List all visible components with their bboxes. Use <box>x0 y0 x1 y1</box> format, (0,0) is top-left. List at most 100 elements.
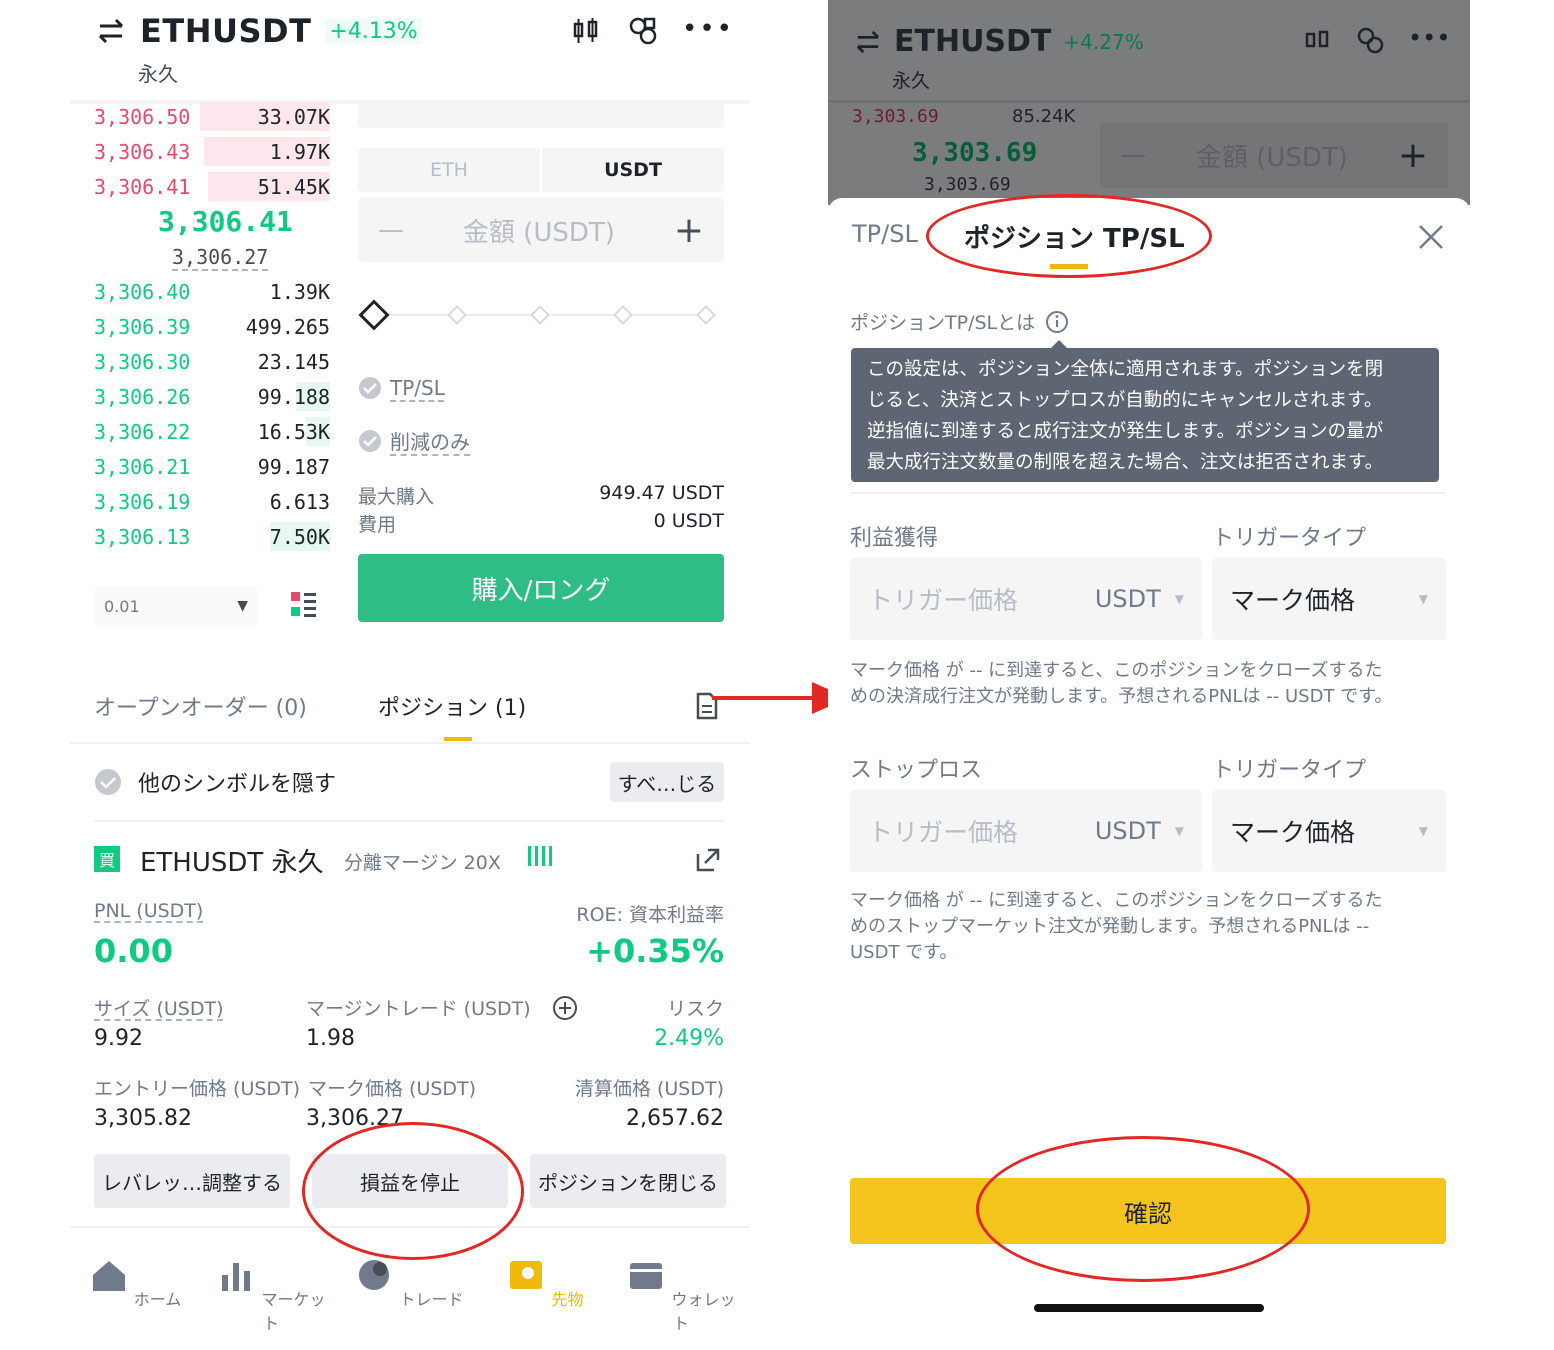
chevron-down-icon: ▼ <box>1174 824 1184 838</box>
size-label[interactable]: サイズ (USDT) <box>94 994 224 1021</box>
check-circle-icon <box>359 429 381 452</box>
ask-qty: 85.24K <box>1012 106 1076 127</box>
symbol-header[interactable]: ETHUSDT +4.13% <box>96 12 422 50</box>
roe-label: ROE: 資本利益率 <box>576 904 724 926</box>
last-price: 3,306.41 <box>158 205 293 238</box>
pnl-label[interactable]: PNL (USDT) <box>94 900 203 922</box>
what-is-position-tpsl[interactable]: ポジションTP/SLとは <box>850 308 1069 335</box>
candlestick-icon[interactable] <box>572 18 600 44</box>
plus-button[interactable]: + <box>674 210 704 251</box>
nav-futures[interactable]: 先物 <box>490 1255 600 1310</box>
bid-row[interactable]: 3,306.26 99.188 <box>94 379 330 414</box>
sl-unit-select[interactable]: USDT ▼ <box>1095 817 1184 845</box>
orderbook-layout-icon[interactable] <box>290 591 318 619</box>
tpsl-checkbox[interactable]: TP/SL <box>358 376 445 400</box>
unit-tab-eth[interactable]: ETH <box>358 159 540 181</box>
chevron-down-icon: ▼ <box>1418 592 1428 606</box>
amount-input: — 金額 (USDT) + <box>1100 122 1448 188</box>
sl-description: マーク価格 が -- に到達すると、このポジションをクローズするた めのストップ… <box>850 890 1383 963</box>
tp-unit-select[interactable]: USDT ▼ <box>1095 585 1184 613</box>
adjust-leverage-button[interactable]: レバレッ…調整する <box>94 1154 290 1208</box>
wallet-icon <box>630 1263 663 1289</box>
swap-icon <box>856 30 880 53</box>
margin-label: マージントレード (USDT) <box>306 998 531 1020</box>
contract-type: 永久 <box>138 62 178 86</box>
reduce-only-checkbox[interactable]: 削減のみ <box>358 426 470 455</box>
order-type-field[interactable] <box>358 100 724 128</box>
chevron-down-icon: ▼ <box>1174 592 1184 606</box>
slider-step[interactable] <box>447 305 467 325</box>
symbol-name: ETHUSDT <box>140 12 312 50</box>
hide-other-symbols-checkbox[interactable]: 他のシンボルを隠す <box>94 766 336 798</box>
precision-select[interactable]: 0.01 ▼ <box>94 586 258 626</box>
adl-indicator-icon <box>528 846 552 866</box>
stop-loss-label: ストップロス <box>850 758 983 783</box>
tab-tpsl[interactable]: TP/SL <box>852 220 918 248</box>
share-icon[interactable] <box>694 846 722 874</box>
tab-indicator <box>444 737 472 741</box>
annotation-ellipse <box>976 1136 1310 1282</box>
slider-handle[interactable] <box>358 299 390 331</box>
bid-row[interactable]: 3,306.22 16.53K <box>94 414 330 449</box>
roe-value: +0.35% <box>586 932 724 970</box>
unit-tab-usdt[interactable]: USDT <box>542 159 724 181</box>
more-icon: ••• <box>1408 24 1451 52</box>
annotation-ellipse <box>926 194 1212 278</box>
ask-price: 3,303.69 <box>852 106 939 127</box>
mark-price[interactable]: 3,306.27 <box>172 245 268 269</box>
swap-icon[interactable] <box>96 18 126 44</box>
bid-row[interactable]: 3,306.19 6.613 <box>94 484 330 519</box>
check-circle-icon <box>95 769 121 795</box>
more-icon[interactable]: ••• <box>682 14 734 44</box>
bid-row[interactable]: 3,306.13 7.50K <box>94 519 330 554</box>
trigger-type-label: トリガータイプ <box>1212 758 1367 783</box>
close-all-button[interactable]: すべ…じる <box>610 762 724 802</box>
sl-trigger-type-select[interactable]: マーク価格 ▼ <box>1212 790 1446 872</box>
slider-step[interactable] <box>613 305 633 325</box>
position-symbol: ETHUSDT 永久 <box>140 848 324 878</box>
tabs-divider <box>70 742 750 744</box>
slider-step[interactable] <box>696 305 716 325</box>
bid-row[interactable]: 3,306.40 1.39K <box>94 274 330 309</box>
buy-side-badge: 買 <box>94 846 120 872</box>
tab-positions[interactable]: ポジション (1) <box>378 690 526 722</box>
chevron-down-icon: ▼ <box>1418 824 1428 838</box>
close-icon[interactable] <box>1418 224 1444 250</box>
home-icon <box>92 1261 125 1291</box>
sl-trigger-price-input[interactable]: トリガー価格 USDT ▼ <box>850 790 1202 872</box>
divider <box>828 100 1470 103</box>
ask-row[interactable]: 3,306.41 51.45K <box>94 169 330 204</box>
mark-price: 3,303.69 <box>924 174 1011 195</box>
tp-trigger-price-input[interactable]: トリガー価格 USDT ▼ <box>850 558 1202 640</box>
add-margin-icon[interactable] <box>552 995 578 1021</box>
nav-wallet[interactable]: ウォレット <box>626 1255 736 1334</box>
minus-button[interactable]: — <box>378 215 404 245</box>
margin-mode: 分離マージン 20X <box>344 852 501 874</box>
size-value: 9.92 <box>94 1026 143 1051</box>
slider-step[interactable] <box>530 305 550 325</box>
nav-markets[interactable]: マーケット <box>216 1255 326 1334</box>
tab-open-orders[interactable]: オープンオーダー (0) <box>94 690 307 722</box>
cost-label: 費用 <box>358 514 397 536</box>
unit-toggle[interactable]: ETH USDT <box>358 148 724 192</box>
amount-input[interactable]: — 金額 (USDT) + <box>358 198 724 262</box>
mark-price-label: マーク価格 (USDT) <box>308 1074 477 1101</box>
ask-row[interactable]: 3,306.43 1.97K <box>94 134 330 169</box>
amount-placeholder: 金額 (USDT) <box>462 217 615 248</box>
tp-trigger-type-select[interactable]: マーク価格 ▼ <box>1212 558 1446 640</box>
ask-row[interactable]: 3,306.50 33.07K <box>94 99 330 134</box>
check-circle-icon <box>359 377 381 399</box>
dimmed-background: ETHUSDT +4.27% 永久 ••• 3,303.69 85.24K 3,… <box>828 0 1470 205</box>
home-indicator <box>1034 1304 1264 1312</box>
bid-row[interactable]: 3,306.30 23.145 <box>94 344 330 379</box>
bid-row[interactable]: 3,306.39 499.265 <box>94 309 330 344</box>
close-position-button[interactable]: ポジションを閉じる <box>530 1154 726 1208</box>
nav-trade[interactable]: トレード <box>354 1255 464 1310</box>
bid-row[interactable]: 3,306.21 99.187 <box>94 449 330 484</box>
nav-home[interactable]: ホーム <box>80 1255 190 1310</box>
tooltip: この設定は、ポジション全体に適用されます。ポジションを閉 じると、決済とストップ… <box>851 340 1439 482</box>
tools-icon[interactable] <box>628 16 658 46</box>
tools-icon <box>1357 27 1384 54</box>
buy-long-button[interactable]: 購入/ロング <box>358 554 724 622</box>
max-buy-label: 最大購入 <box>358 486 435 508</box>
